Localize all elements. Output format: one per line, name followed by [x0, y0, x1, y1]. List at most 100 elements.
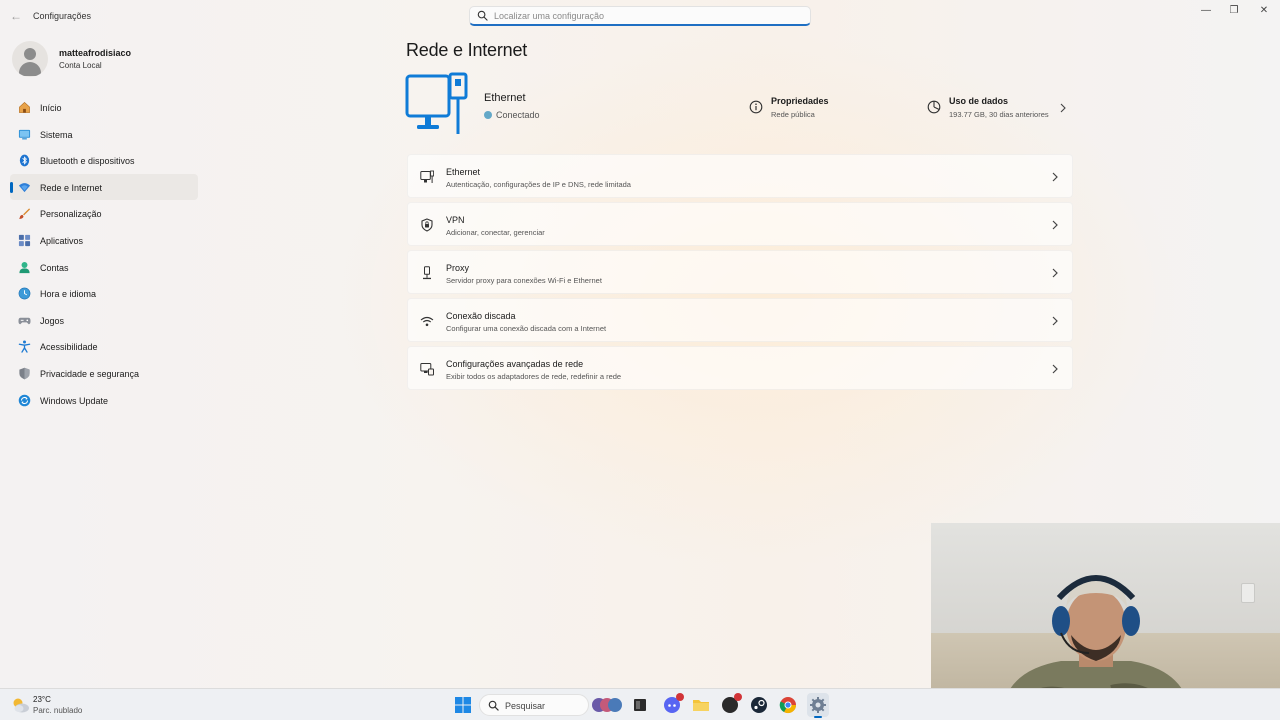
sidebar-item-windows-update[interactable]: Windows Update: [10, 387, 198, 414]
ethernet-computer-icon: [405, 72, 468, 134]
data-usage-title: Uso de dados: [949, 96, 1009, 106]
proxy-icon: [423, 266, 431, 280]
sidebar-item-personalizacao[interactable]: Personalização: [10, 200, 198, 227]
close-button[interactable]: ✕: [1254, 4, 1274, 18]
sidebar-item-label: Acessibilidade: [40, 342, 98, 353]
sidebar-item-label: Aplicativos: [40, 235, 84, 246]
wall-switch: [1241, 583, 1255, 603]
sidebar-item-label: Contas: [40, 262, 69, 273]
card-proxy[interactable]: Proxy Servidor proxy para conexões Wi-Fi…: [407, 250, 1073, 294]
sidebar-item-label: Privacidade e segurança: [40, 368, 140, 379]
file-explorer-dark-icon[interactable]: [630, 695, 650, 715]
connection-status-text: Conectado: [496, 110, 540, 120]
network-settings-list: Ethernet Autenticação, configurações de …: [407, 154, 1073, 394]
file-explorer-icon[interactable]: [691, 695, 711, 715]
apps-icon: [18, 234, 31, 247]
sidebar-item-label: Jogos: [40, 315, 65, 326]
account-icon: [19, 261, 30, 273]
sidebar-item-label: Windows Update: [40, 395, 109, 406]
ethernet-icon: [420, 170, 434, 183]
sidebar-item-aplicativos[interactable]: Aplicativos: [10, 227, 198, 254]
sidebar-item-label: Início: [40, 103, 62, 113]
data-usage-subtitle: 193.77 GB, 30 dias anteriores: [949, 110, 1049, 119]
gamepad-icon: [18, 317, 31, 324]
partly-cloudy-icon: [13, 698, 29, 713]
accessibility-icon: [18, 340, 31, 354]
search-icon: [477, 10, 488, 21]
properties-title: Propriedades: [771, 96, 829, 106]
minimize-button[interactable]: —: [1196, 4, 1216, 18]
gear-icon: [810, 697, 826, 713]
sidebar-item-hora-idioma[interactable]: Hora e idioma: [10, 280, 198, 307]
widgets-avatar-group-icon[interactable]: [591, 695, 623, 715]
app-title: Configurações: [33, 11, 92, 21]
settings-search-input[interactable]: [494, 9, 794, 23]
page-title: Rede e Internet: [406, 40, 528, 60]
back-button[interactable]: ←: [8, 8, 24, 24]
weather-description: Parc. nublado: [33, 706, 83, 715]
sidebar-item-contas[interactable]: Contas: [10, 254, 198, 281]
discord-icon[interactable]: [662, 693, 684, 715]
sidebar-item-acessibilidade[interactable]: Acessibilidade: [10, 333, 198, 360]
card-title: Configurações avançadas de rede: [446, 359, 584, 369]
profile-name: matteafrodisiaco: [59, 48, 132, 58]
weather-widget[interactable]: 23°C Parc. nublado: [10, 694, 120, 718]
pie-chart-icon: [927, 100, 941, 114]
weather-temperature: 23°C: [33, 695, 51, 704]
chrome-icon[interactable]: [778, 695, 798, 715]
properties-button[interactable]: Propriedades Rede pública: [749, 96, 869, 124]
info-icon: [749, 100, 763, 114]
sidebar-nav: Início Sistema Bluetooth e dispositivos …: [10, 94, 198, 413]
chevron-right-icon: [1052, 220, 1058, 230]
avatar: [12, 41, 48, 77]
data-usage-button[interactable]: Uso de dados 193.77 GB, 30 dias anterior…: [927, 96, 1069, 124]
chevron-right-icon: [1052, 172, 1058, 182]
maximize-button[interactable]: ❐: [1224, 4, 1244, 18]
sidebar-item-jogos[interactable]: Jogos: [10, 307, 198, 334]
settings-taskbar-active[interactable]: [807, 693, 829, 718]
taskbar: 23°C Parc. nublado Pesquisar: [0, 688, 1280, 720]
taskbar-search[interactable]: Pesquisar: [479, 694, 589, 716]
connected-status-icon: [484, 111, 492, 119]
sidebar-item-inicio[interactable]: Início: [10, 94, 198, 121]
card-subtitle: Exibir todos os adaptadores de rede, red…: [446, 372, 622, 381]
sidebar-item-label: Rede e Internet: [40, 182, 103, 193]
dialup-icon: [420, 316, 434, 327]
card-ethernet[interactable]: Ethernet Autenticação, configurações de …: [407, 154, 1073, 198]
settings-search-box[interactable]: [469, 6, 811, 26]
notification-badge: [734, 693, 742, 701]
card-title: VPN: [446, 215, 465, 225]
system-icon: [18, 129, 31, 140]
chevron-right-icon: [1052, 316, 1058, 326]
search-icon: [488, 700, 499, 711]
properties-subtitle: Rede pública: [771, 110, 815, 119]
title-bar: ← Configurações — ❐ ✕: [0, 0, 1280, 32]
card-title: Ethernet: [446, 167, 481, 177]
sidebar-item-label: Bluetooth e dispositivos: [40, 156, 135, 167]
home-icon: [19, 102, 30, 113]
user-profile[interactable]: matteafrodisiaco Conta Local: [12, 41, 202, 77]
advanced-network-icon: [420, 363, 434, 376]
sidebar-item-rede-internet[interactable]: Rede e Internet: [10, 173, 198, 201]
vpn-shield-icon: [421, 218, 433, 232]
app-dark-icon[interactable]: [720, 693, 742, 715]
sidebar-item-privacidade[interactable]: Privacidade e segurança: [10, 360, 198, 387]
card-title: Proxy: [446, 263, 470, 273]
card-configuracoes-avancadas[interactable]: Configurações avançadas de rede Exibir t…: [407, 346, 1073, 390]
start-windows-icon[interactable]: [453, 695, 473, 715]
steam-icon[interactable]: [749, 695, 769, 715]
shield-icon: [19, 367, 30, 380]
sidebar-item-bluetooth[interactable]: Bluetooth e dispositivos: [10, 147, 198, 174]
sidebar-item-label: Personalização: [40, 209, 102, 220]
brush-icon: [18, 208, 31, 220]
bluetooth-icon: [19, 154, 30, 167]
chevron-right-icon: [1052, 268, 1058, 278]
wifi-icon: [18, 182, 31, 192]
card-conexao-discada[interactable]: Conexão discada Configurar uma conexão d…: [407, 298, 1073, 342]
card-vpn[interactable]: VPN Adicionar, conectar, gerenciar: [407, 202, 1073, 246]
sidebar-item-label: Sistema: [40, 129, 73, 140]
card-subtitle: Configurar uma conexão discada com a Int…: [446, 324, 607, 333]
update-icon: [18, 394, 31, 406]
card-subtitle: Adicionar, conectar, gerenciar: [446, 228, 545, 237]
sidebar-item-sistema[interactable]: Sistema: [10, 121, 198, 148]
